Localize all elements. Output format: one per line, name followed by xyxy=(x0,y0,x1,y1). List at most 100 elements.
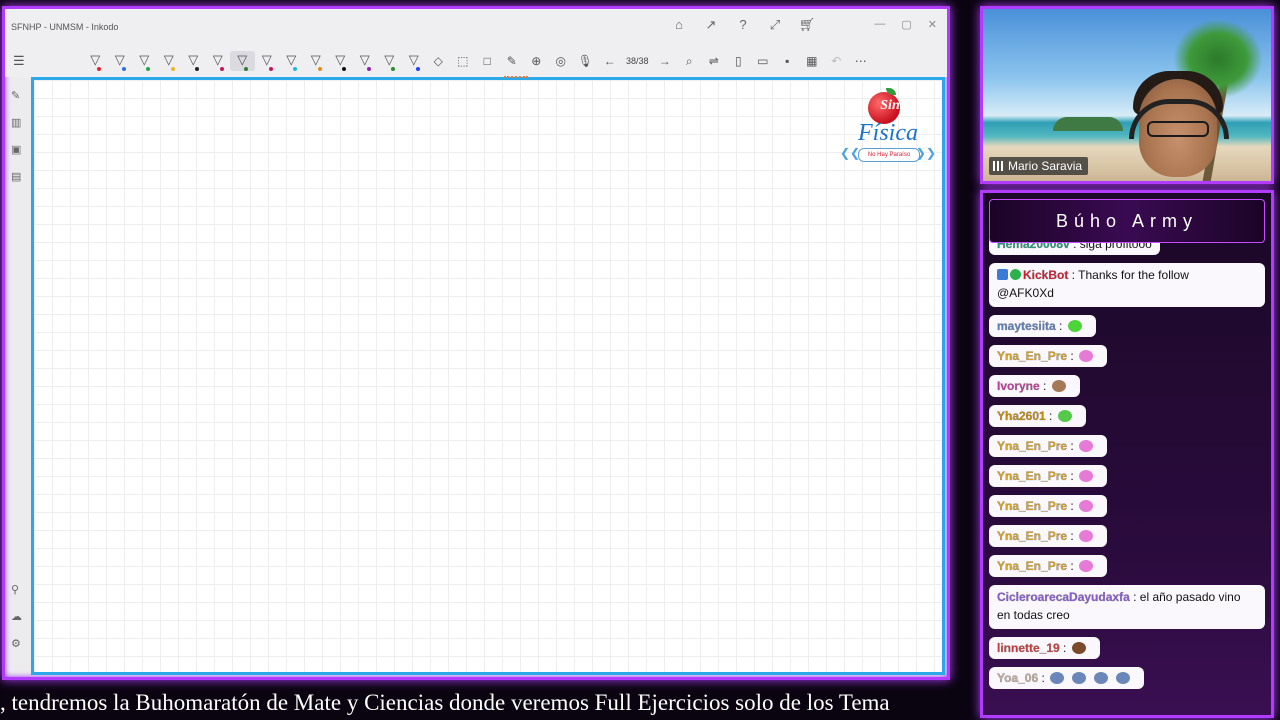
save-icon[interactable]: ▪ xyxy=(775,51,800,71)
emote-icon xyxy=(1079,500,1094,512)
pen-tool-7[interactable]: ▽ xyxy=(230,51,255,71)
separator: : xyxy=(1067,469,1078,483)
pen-tool-14[interactable]: ▽ xyxy=(402,51,427,71)
pen-tool-11[interactable]: ▽ xyxy=(328,51,353,71)
tool-strip: ▽ ▽ ▽ ▽ ▽ ▽ ▽ ▽ ▽ ▽ ▽ ▽ ▽ ▽ ◇ ⬚ □ ✎ ⊕ ◎ 🎙︎ ← 38/38 → ⌕ ⇌ ▯ ▭ ▪ ▦ ↶ ⋯ xyxy=(83,51,873,71)
chat-username[interactable]: KickBot xyxy=(1023,268,1069,282)
adjust-icon[interactable]: ⇌ xyxy=(702,51,727,71)
chat-text-line2: @AFK0Xd xyxy=(997,286,1054,300)
chat-username[interactable]: Yna_En_Pre xyxy=(997,559,1067,573)
minimize-button[interactable]: — xyxy=(874,18,885,31)
pen-tool-5[interactable]: ▽ xyxy=(181,51,206,71)
participant-name: Mario Saravia xyxy=(1008,159,1083,173)
chat-text-line2: en todas creo xyxy=(997,608,1070,622)
chat-username[interactable]: Yha2601 xyxy=(997,409,1046,423)
pen-color-dot xyxy=(195,67,199,71)
canvas-drag-handle[interactable] xyxy=(504,76,528,81)
logo: Sin Física ❮❮ No Hay Paraíso ❯❯ xyxy=(840,88,936,172)
pen-color-dot xyxy=(244,67,248,71)
chat-message: Yoa_06 : xyxy=(989,667,1145,689)
pen-color-dot xyxy=(415,67,420,71)
target-icon[interactable]: ⊕ xyxy=(524,51,549,71)
chat-username[interactable]: Ivoryne xyxy=(997,379,1040,393)
zoom-icon[interactable]: ⌕ xyxy=(677,51,702,71)
help-icon[interactable]: ? xyxy=(733,17,753,33)
pen-tool-3[interactable]: ▽ xyxy=(132,51,157,71)
chat-username[interactable]: linnette_19 xyxy=(997,641,1060,655)
open-folder-icon[interactable]: ▭ xyxy=(751,51,776,71)
mic-icon[interactable]: 🎙︎ xyxy=(573,51,598,71)
library-icon[interactable]: ▥ xyxy=(11,116,21,129)
pen-tool-13[interactable]: ▽ xyxy=(377,51,402,71)
chat-username[interactable]: Yoa_06 xyxy=(997,671,1038,685)
emote-icon xyxy=(1116,672,1131,684)
pen-tool-1[interactable]: ▽ xyxy=(83,51,108,71)
pen-tool-8[interactable]: ▽ xyxy=(255,51,280,71)
paste-icon[interactable]: ▦ xyxy=(800,51,825,71)
pen-color-dot xyxy=(146,67,150,71)
shape-icon[interactable]: □ xyxy=(475,51,500,71)
pen-tool-12[interactable]: ▽ xyxy=(353,51,378,71)
pen-tool-4[interactable]: ▽ xyxy=(157,51,182,71)
pen-tool-10[interactable]: ▽ xyxy=(304,51,329,71)
chat-title: Búho Army xyxy=(989,199,1265,243)
chat-message: KickBot : Thanks for the follow @AFK0Xd xyxy=(989,263,1265,307)
pen-color-dot xyxy=(97,67,101,71)
chat-username[interactable]: Yna_En_Pre xyxy=(997,499,1067,513)
pen-color-dot xyxy=(268,67,273,71)
pen-tool-9[interactable]: ▽ xyxy=(279,51,304,71)
chat-username[interactable]: maytesiita xyxy=(997,319,1056,333)
chat-username[interactable]: Yna_En_Pre xyxy=(997,529,1067,543)
ruler-pen-icon[interactable]: ✎ xyxy=(500,51,525,71)
share-icon[interactable]: ↗ xyxy=(701,17,721,33)
chat-username[interactable]: CicleroarecaDayudaxfa xyxy=(997,590,1130,604)
pen-tool-6[interactable]: ▽ xyxy=(206,51,231,71)
chat-username[interactable]: Yna_En_Pre xyxy=(997,439,1067,453)
prev-page-icon[interactable]: ← xyxy=(598,51,623,71)
next-page-icon[interactable]: → xyxy=(653,51,678,71)
glasses xyxy=(1147,121,1209,137)
chat-text: Thanks for the follow xyxy=(1078,268,1189,282)
pen-tool-2[interactable]: ▽ xyxy=(108,51,133,71)
more-icon[interactable]: ⋯ xyxy=(849,51,874,71)
maximize-button[interactable]: ▢ xyxy=(901,18,911,31)
chat-message: Yha2601 : xyxy=(989,405,1086,427)
separator: : xyxy=(1067,349,1078,363)
chat-message: Yna_En_Pre : xyxy=(989,345,1108,367)
fullscreen-icon[interactable]: ⤢ xyxy=(765,17,785,33)
pin-icon[interactable]: ⚲ xyxy=(11,583,22,596)
close-button[interactable]: ✕ xyxy=(928,18,937,31)
new-page-icon[interactable]: ▯ xyxy=(726,51,751,71)
slides-icon[interactable]: ▣ xyxy=(11,143,21,156)
participant-name-label: Mario Saravia xyxy=(989,157,1089,175)
bot-badge-icon xyxy=(997,269,1008,280)
whiteboard-canvas[interactable]: Sin Física ❮❮ No Hay Paraíso ❯❯ xyxy=(31,76,945,675)
cart-icon[interactable]: 🛒︎ xyxy=(797,17,817,33)
pen-color-dot xyxy=(170,67,175,71)
chat-text: el año pasado vino xyxy=(1139,590,1241,604)
lasso-select-icon[interactable]: ⬚ xyxy=(451,51,476,71)
settings-icon[interactable]: ⚙ xyxy=(11,637,22,650)
lock-icon[interactable]: ⌂ xyxy=(669,17,689,33)
clipboard-icon[interactable]: ▤ xyxy=(11,170,21,183)
chat-username[interactable]: Yna_En_Pre xyxy=(997,469,1067,483)
pen-color-dot xyxy=(293,67,297,71)
menu-icon[interactable]: ☰ xyxy=(13,53,25,69)
pen-color-dot xyxy=(366,67,371,71)
window-controls: — ▢ ✕ xyxy=(874,18,937,31)
undo-icon[interactable]: ↶ xyxy=(824,51,849,71)
separator: : xyxy=(1067,439,1078,453)
cloud-icon[interactable]: ☁ xyxy=(11,610,22,623)
separator: : xyxy=(1067,499,1078,513)
chat-message: linnette_19 : xyxy=(989,637,1100,659)
chat-message: Yna_En_Pre : xyxy=(989,555,1108,577)
pen-settings-icon[interactable]: ✎ xyxy=(11,89,21,102)
verified-badge-icon xyxy=(1010,269,1021,280)
emote-icon xyxy=(1079,470,1094,482)
emote-icon xyxy=(1067,320,1082,332)
eraser-icon[interactable]: ◇ xyxy=(426,51,451,71)
inkodo-window: SFNHP - UNMSM - Inkodo ⌂ ↗ ? ⤢ 🛒︎ — ▢ ✕ … xyxy=(2,6,950,680)
chat-username[interactable]: Yna_En_Pre xyxy=(997,349,1067,363)
globe-icon[interactable]: ◎ xyxy=(549,51,574,71)
window-title: SFNHP - UNMSM - Inkodo xyxy=(11,22,119,32)
